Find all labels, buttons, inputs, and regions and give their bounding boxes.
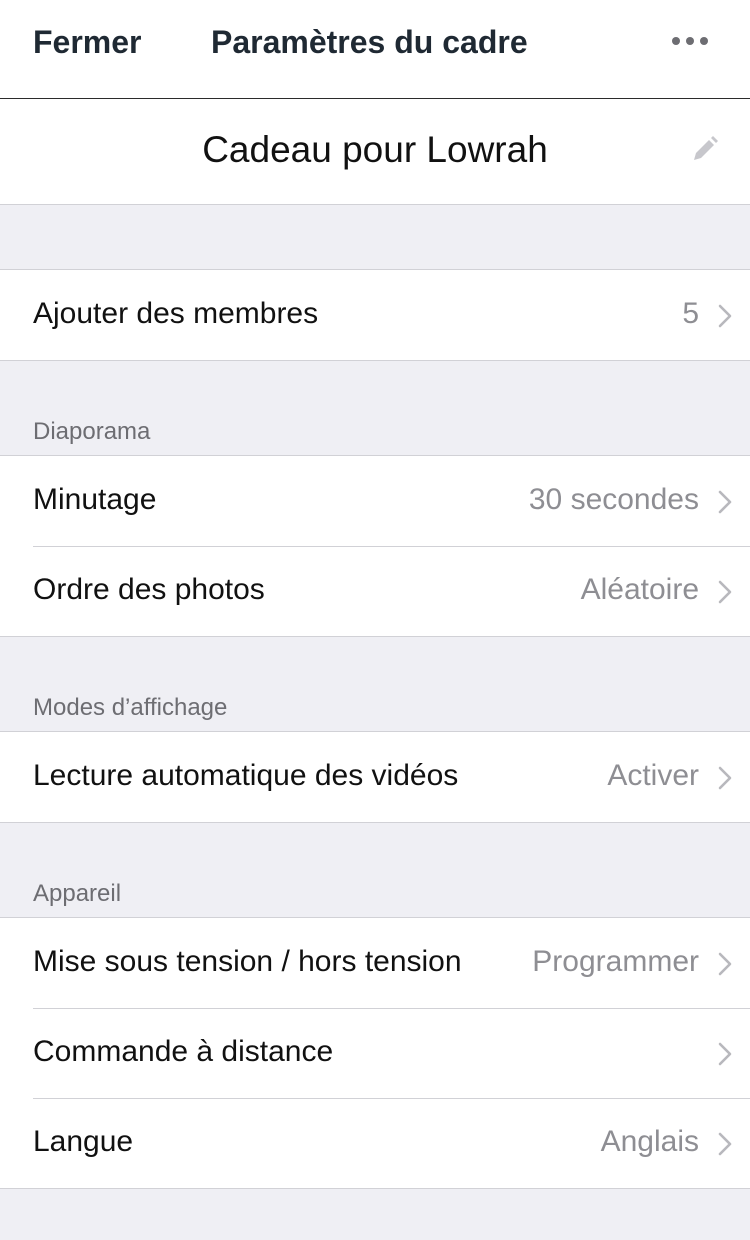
page-title: Paramètres du cadre xyxy=(211,24,528,60)
more-horizontal-icon[interactable] xyxy=(668,30,712,52)
display-modes-group: Lecture automatique des vidéos Activer xyxy=(0,731,750,823)
photo-order-label: Ordre des photos xyxy=(33,573,265,606)
section-header-display-modes: Modes d’affichage xyxy=(33,694,228,721)
chevron-right-icon xyxy=(718,766,732,790)
power-schedule-row[interactable]: Mise sous tension / hors tension Program… xyxy=(0,918,750,1008)
chevron-right-icon xyxy=(718,580,732,604)
chevron-right-icon xyxy=(718,1132,732,1156)
video-autoplay-label: Lecture automatique des vidéos xyxy=(33,759,459,792)
frame-name: Cadeau pour Lowrah xyxy=(202,129,548,170)
timing-row[interactable]: Minutage 30 secondes xyxy=(0,456,750,546)
pencil-icon[interactable] xyxy=(690,134,720,164)
frame-name-row: Cadeau pour Lowrah xyxy=(0,99,750,205)
members-count: 5 xyxy=(682,297,699,330)
add-members-label: Ajouter des membres xyxy=(33,297,319,330)
close-button[interactable]: Fermer xyxy=(33,24,142,61)
add-members-row[interactable]: Ajouter des membres 5 xyxy=(0,270,750,360)
language-label: Langue xyxy=(33,1125,134,1158)
device-group: Mise sous tension / hors tension Program… xyxy=(0,917,750,1189)
section-header-device: Appareil xyxy=(33,880,122,907)
photo-order-value: Aléatoire xyxy=(580,573,699,606)
navigation-bar: Fermer Paramètres du cadre xyxy=(0,0,750,99)
remote-control-label: Commande à distance xyxy=(33,1035,334,1068)
photo-order-row[interactable]: Ordre des photos Aléatoire xyxy=(0,546,750,636)
language-row[interactable]: Langue Anglais xyxy=(0,1098,750,1188)
timing-label: Minutage xyxy=(33,483,157,516)
slideshow-group: Minutage 30 secondes Ordre des photos Al… xyxy=(0,455,750,637)
timing-value: 30 secondes xyxy=(528,483,699,516)
video-autoplay-row[interactable]: Lecture automatique des vidéos Activer xyxy=(0,732,750,822)
remote-control-row[interactable]: Commande à distance xyxy=(0,1008,750,1098)
video-autoplay-value: Activer xyxy=(607,759,699,792)
language-value: Anglais xyxy=(600,1125,699,1158)
chevron-right-icon xyxy=(718,490,732,514)
section-header-slideshow: Diaporama xyxy=(33,418,151,445)
power-schedule-value: Programmer xyxy=(532,945,699,978)
chevron-right-icon xyxy=(718,1042,732,1066)
members-group: Ajouter des membres 5 xyxy=(0,269,750,361)
chevron-right-icon xyxy=(718,304,732,328)
power-schedule-label: Mise sous tension / hors tension xyxy=(33,945,462,978)
chevron-right-icon xyxy=(718,952,732,976)
